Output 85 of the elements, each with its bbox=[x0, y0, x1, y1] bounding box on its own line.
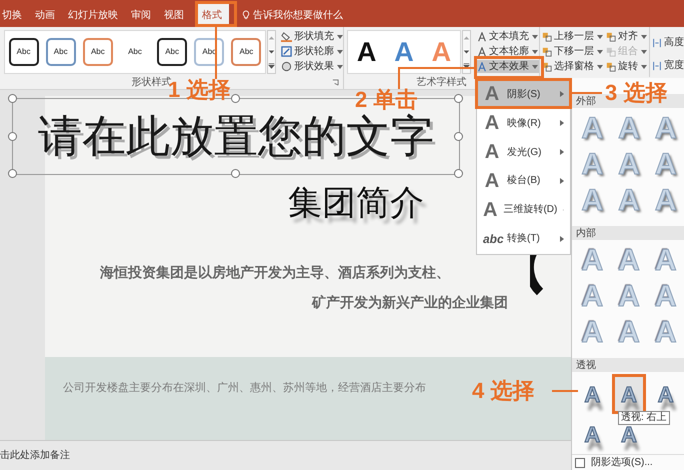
tell-me-field[interactable]: 告诉我你想要做什么 bbox=[253, 8, 343, 22]
body-text: 海恒投资集团是以房地产开发为主导、酒店系列为支柱、 bbox=[100, 263, 450, 282]
caret-icon bbox=[337, 34, 343, 39]
ribbon-command[interactable]: 形状效果 bbox=[281, 60, 343, 73]
layers-icon bbox=[542, 62, 552, 72]
section-header: 外部 bbox=[576, 94, 596, 108]
caret-icon bbox=[337, 64, 343, 69]
dialog-launcher-icon bbox=[332, 79, 339, 86]
menu-item[interactable]: abc 转换(T) bbox=[477, 224, 570, 253]
highlight-frame bbox=[195, 1, 237, 27]
menu-item[interactable]: A 三维旋转(D) bbox=[477, 195, 570, 224]
menu-item[interactable]: A 映像(R) bbox=[477, 108, 570, 138]
tooltip: 透视: 右上 bbox=[618, 411, 670, 425]
ribbon-command[interactable]: 形状轮廓 bbox=[281, 46, 343, 58]
callout-label: 3 选择 bbox=[605, 81, 668, 104]
leader-line bbox=[572, 92, 602, 94]
letter-a-icon bbox=[477, 62, 487, 72]
caret-icon bbox=[597, 65, 603, 69]
ribbon-tab[interactable]: 切换 bbox=[0, 3, 24, 27]
size-label: 宽度 bbox=[664, 58, 684, 73]
caret-icon bbox=[641, 35, 647, 39]
letter-a-icon bbox=[477, 46, 487, 57]
resize-handle[interactable] bbox=[231, 94, 240, 103]
resize-handle[interactable] bbox=[8, 132, 17, 140]
ribbon-command[interactable]: 上移一层 bbox=[542, 31, 606, 43]
dimension-icon bbox=[652, 38, 662, 48]
resize-handle[interactable] bbox=[8, 94, 17, 103]
caret-icon bbox=[597, 50, 603, 54]
shape-style-swatch[interactable]: Abc bbox=[157, 38, 188, 66]
caret-icon bbox=[641, 65, 647, 69]
caret-icon bbox=[337, 50, 343, 54]
shape-style-swatch[interactable]: Abc bbox=[46, 38, 76, 66]
ribbon-command[interactable]: 文本填充 bbox=[476, 30, 539, 44]
resize-handle[interactable] bbox=[8, 169, 17, 178]
group-label: 艺术字样式 bbox=[416, 76, 466, 88]
body-text: 矿产开发为新兴产业的企业集团 bbox=[312, 293, 508, 312]
size-label: 高度 bbox=[664, 36, 684, 50]
ribbon-tab[interactable]: 动画 bbox=[33, 3, 57, 27]
caret-icon bbox=[532, 64, 538, 69]
section-header: 内部 bbox=[576, 226, 596, 240]
paint-bucket-icon bbox=[281, 31, 292, 42]
leader-line bbox=[552, 390, 578, 392]
leader-line bbox=[215, 27, 217, 79]
menu-item[interactable]: A 棱台(B) bbox=[477, 166, 570, 196]
caret-icon bbox=[641, 50, 647, 54]
ribbon-tab[interactable]: 视图 bbox=[162, 3, 186, 27]
ribbon-tab[interactable]: 幻灯片放映 bbox=[66, 3, 120, 27]
caret-icon bbox=[532, 34, 538, 39]
letter-a-icon bbox=[477, 32, 487, 42]
ribbon-command[interactable]: 形状填充 bbox=[281, 30, 343, 43]
pen-outline-icon bbox=[281, 46, 292, 58]
ribbon-command[interactable]: 下移一层 bbox=[542, 46, 606, 58]
section-header: 透视 bbox=[576, 358, 596, 372]
menu-item[interactable]: 阴影选项(S)... bbox=[591, 455, 653, 470]
shape-style-swatch[interactable]: Abc bbox=[231, 38, 262, 66]
slide-title[interactable]: 请在此放置您的文字 bbox=[38, 112, 434, 162]
shape-style-swatch[interactable]: Abc bbox=[82, 38, 113, 66]
wordart-sample[interactable]: A bbox=[394, 36, 414, 67]
ribbon-command[interactable]: 文本轮廓 bbox=[476, 45, 539, 58]
layers-icon bbox=[542, 47, 552, 57]
highlight-frame bbox=[474, 56, 544, 79]
dimension-icon bbox=[652, 60, 662, 70]
notes-placeholder[interactable]: 击此处添加备注 bbox=[0, 448, 70, 463]
shape-effect-icon bbox=[281, 61, 292, 72]
caret-icon bbox=[532, 50, 538, 54]
caret-icon bbox=[597, 35, 603, 39]
ribbon-command[interactable]: 旋转 bbox=[606, 61, 650, 73]
resize-handle[interactable] bbox=[454, 94, 463, 103]
slide-subtitle: 集团简介 bbox=[288, 182, 424, 224]
lightbulb-icon bbox=[242, 10, 250, 20]
menu-item[interactable]: A 发光(G) bbox=[477, 138, 570, 166]
ribbon-command: 组合 bbox=[606, 46, 650, 58]
layers-icon bbox=[542, 32, 552, 42]
ribbon-command[interactable]: 选择窗格 bbox=[542, 61, 606, 73]
shape-style-swatch[interactable]: Abc bbox=[8, 38, 39, 66]
callout-label: 4 选择 bbox=[472, 379, 534, 402]
checkbox[interactable] bbox=[575, 458, 585, 468]
ribbon-command[interactable]: 文本效果 bbox=[476, 60, 539, 74]
wordart-sample[interactable]: A bbox=[356, 36, 376, 67]
layers-icon bbox=[606, 62, 616, 72]
layers-icon bbox=[606, 47, 616, 57]
body-text: 公司开发楼盘主要分布在深圳、广州、惠州、苏州等地，经营酒店主要分布 bbox=[63, 380, 426, 396]
ribbon-tab[interactable]: 审阅 bbox=[129, 3, 153, 27]
layers-icon bbox=[606, 32, 616, 42]
ribbon-command[interactable]: 对齐 bbox=[606, 31, 650, 43]
